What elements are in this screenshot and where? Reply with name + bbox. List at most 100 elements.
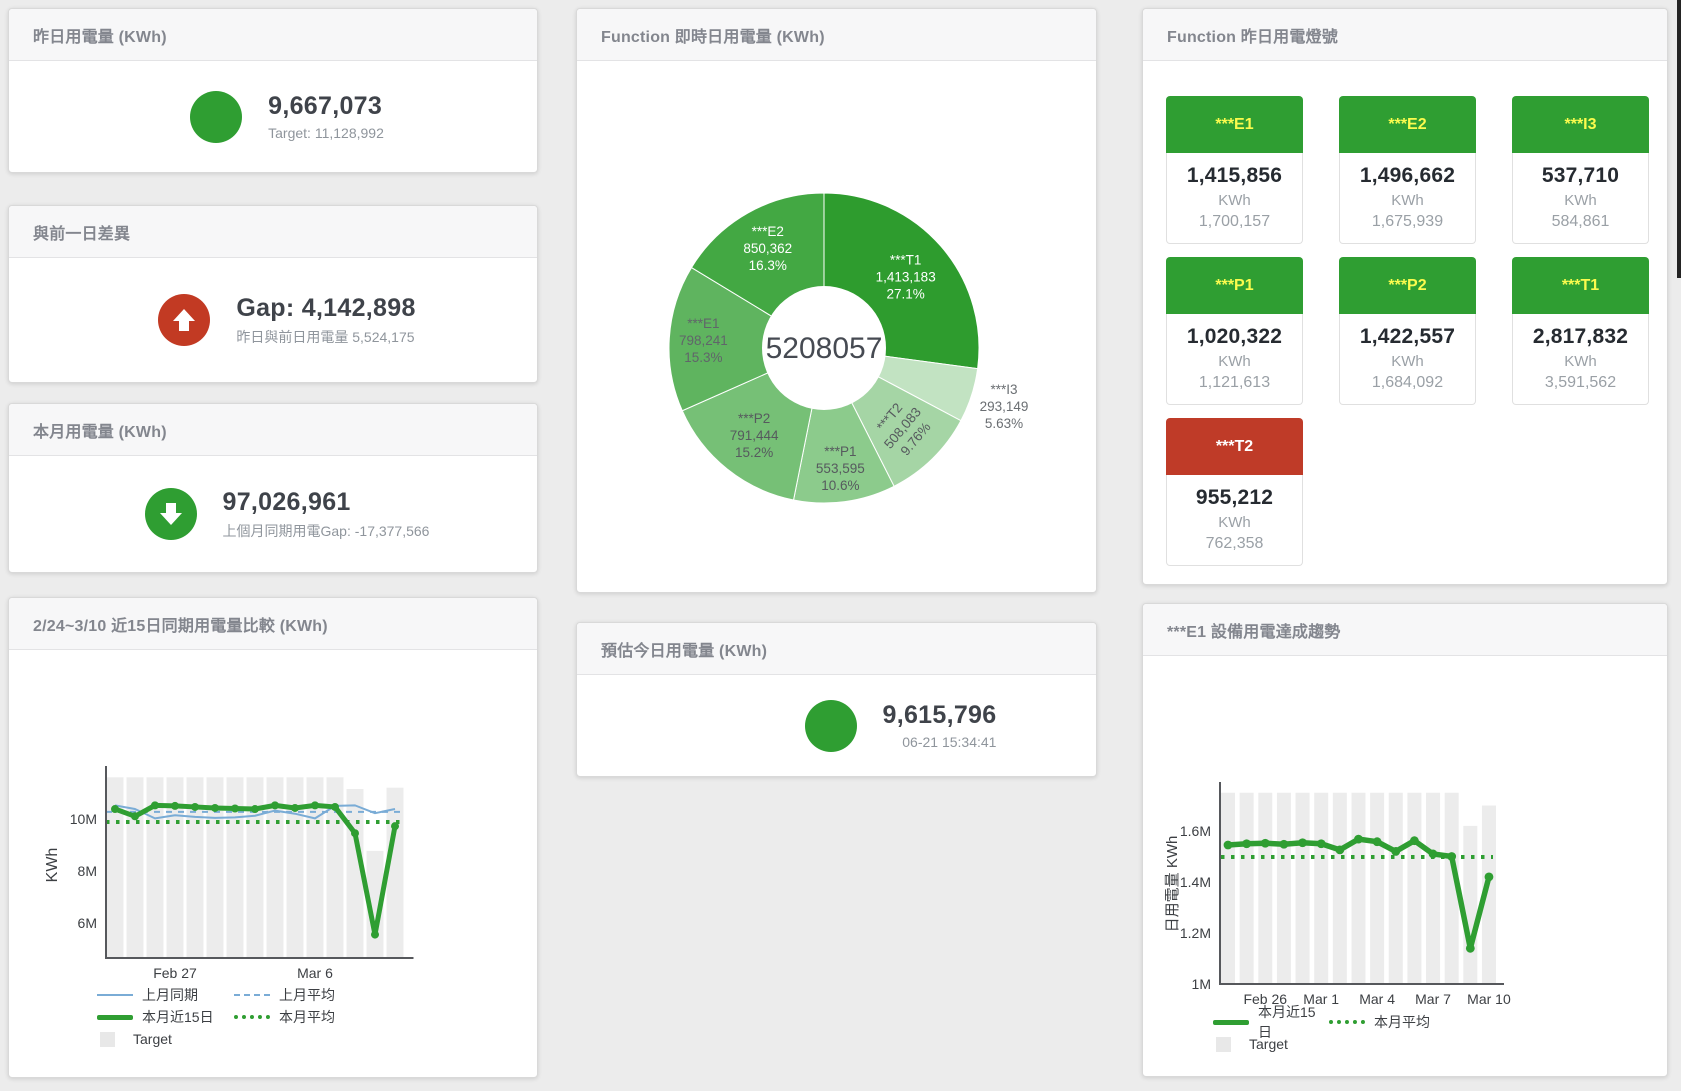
card-yesterday-lights: Function 昨日用電燈號 ***E1 1,415,856KWh1,700,… — [1142, 8, 1668, 585]
svg-text:791,444: 791,444 — [730, 428, 779, 443]
card-yesterday-usage: 昨日用電量 (KWh) 9,667,073 Target: 11,128,992 — [8, 8, 538, 173]
panel-title-gap[interactable]: 與前一日差異 — [9, 206, 537, 258]
tile-value: 2,817,832 — [1513, 325, 1648, 349]
tile-header: ***T2 — [1166, 418, 1303, 475]
tile-value: 955,212 — [1167, 486, 1302, 510]
card-gap-previous-day: 與前一日差異 Gap: 4,142,898 昨日與前日用電量 5,524,175 — [8, 205, 538, 383]
card-forecast-today: 預估今日用電量 (KWh) 9,615,796 06-21 15:34:41 — [576, 622, 1097, 777]
tile-target: 1,684,092 — [1340, 374, 1475, 392]
legend-item-this-month[interactable]: 本月近15日 — [97, 1007, 234, 1027]
green-line-swatch-icon — [1213, 1020, 1249, 1025]
svg-text:Feb 27: Feb 27 — [153, 965, 197, 981]
yesterday-value: 9,667,073 — [268, 92, 384, 121]
svg-text:Mar 4: Mar 4 — [1359, 991, 1395, 1007]
legend-item-last-month-avg[interactable]: 上月平均 — [234, 985, 371, 1005]
tile-target: 762,358 — [1167, 535, 1302, 553]
svg-text:Mar 7: Mar 7 — [1415, 991, 1451, 1007]
svg-text:6M: 6M — [78, 915, 97, 931]
svg-text:1M: 1M — [1192, 976, 1211, 992]
tile-unit: KWh — [1340, 192, 1475, 209]
svg-text:***E2: ***E2 — [752, 224, 784, 239]
svg-text:10M: 10M — [70, 811, 97, 827]
tile-unit: KWh — [1513, 353, 1648, 370]
svg-text:Mar 10: Mar 10 — [1467, 991, 1511, 1007]
legend-item-target[interactable]: Target — [97, 1031, 234, 1047]
tile-target: 584,861 — [1513, 213, 1648, 231]
svg-text:293,149: 293,149 — [980, 399, 1029, 414]
tile-value: 1,422,557 — [1340, 325, 1475, 349]
tile-header: ***T1 — [1512, 257, 1649, 314]
green-line-swatch-icon — [97, 1015, 133, 1020]
gap-subtext: 昨日與前日用電量 5,524,175 — [236, 327, 415, 347]
svg-text:1,413,183: 1,413,183 — [876, 270, 936, 285]
forecast-timestamp: 06-21 15:34:41 — [883, 734, 997, 750]
gap-value: Gap: 4,142,898 — [236, 294, 415, 323]
svg-text:***P2: ***P2 — [738, 411, 770, 426]
light-tile-p2: ***P2 1,422,557 KWh 1,684,092 — [1339, 257, 1476, 405]
svg-text:日用電量 KWh: 日用電量 KWh — [1164, 836, 1181, 933]
svg-text:***P1: ***P1 — [824, 444, 856, 459]
tile-header: ***E2 — [1339, 96, 1476, 153]
target-bar-swatch-icon — [100, 1032, 115, 1047]
svg-text:1.4M: 1.4M — [1180, 874, 1211, 890]
svg-text:27.1%: 27.1% — [887, 287, 925, 302]
tile-target: 1,675,939 — [1340, 213, 1475, 231]
svg-text:850,362: 850,362 — [743, 241, 792, 256]
card-month-usage: 本月用電量 (KWh) 97,026,961 上個月同期用電Gap: -17,3… — [8, 403, 538, 573]
tile-header: ***E1 — [1166, 96, 1303, 153]
panel-title-month[interactable]: 本月用電量 (KWh) — [9, 404, 537, 456]
blue-dashed-swatch-icon — [234, 994, 270, 996]
panel-title-forecast[interactable]: 預估今日用電量 (KWh) — [577, 623, 1096, 675]
target-bar-swatch-icon — [1216, 1037, 1231, 1052]
tile-unit: KWh — [1167, 514, 1302, 531]
realtime-donut-chart: ***T11,413,18327.1%***I3293,1495.63%***T… — [577, 61, 1098, 594]
tile-header: ***P1 — [1166, 257, 1303, 314]
month-value: 97,026,961 — [223, 488, 430, 517]
svg-text:553,595: 553,595 — [816, 461, 865, 476]
tile-value: 1,496,662 — [1340, 164, 1475, 188]
panel-title-realtime[interactable]: Function 即時日用電量 (KWh) — [577, 9, 1096, 61]
month-stat: 97,026,961 上個月同期用電Gap: -17,377,566 — [23, 456, 551, 572]
tile-header: ***P2 — [1339, 257, 1476, 314]
svg-text:5.63%: 5.63% — [985, 416, 1023, 431]
svg-text:***I3: ***I3 — [991, 382, 1018, 397]
panel-title-yesterday[interactable]: 昨日用電量 (KWh) — [9, 9, 537, 61]
legend-item-this-month-avg[interactable]: 本月平均 — [1329, 1012, 1445, 1032]
svg-text:16.3%: 16.3% — [749, 258, 787, 273]
legend-item-this-month-avg[interactable]: 本月平均 — [234, 1007, 371, 1027]
tile-target: 3,591,562 — [1513, 374, 1648, 392]
svg-text:798,241: 798,241 — [679, 333, 728, 348]
tile-unit: KWh — [1167, 353, 1302, 370]
legend-item-target[interactable]: Target — [1213, 1036, 1329, 1052]
comparison-legend: 上月同期 上月平均 本月近15日 本月平均 Target — [97, 984, 371, 1050]
gap-stat: Gap: 4,142,898 昨日與前日用電量 5,524,175 — [23, 258, 551, 382]
light-tile-t2: ***T2 955,212 KWh 762,358 — [1166, 418, 1303, 566]
legend-item-last-month[interactable]: 上月同期 — [97, 985, 234, 1005]
tile-value: 1,415,856 — [1167, 164, 1302, 188]
blue-line-swatch-icon — [97, 994, 133, 996]
svg-text:KWh: KWh — [44, 848, 61, 883]
forecast-value: 9,615,796 — [883, 701, 997, 730]
yesterday-stat: 9,667,073 Target: 11,128,992 — [23, 61, 551, 172]
green-status-circle-icon — [805, 700, 857, 752]
card-realtime-donut: Function 即時日用電量 (KWh) ***T1 1,413,183 27.1… — [576, 8, 1097, 593]
page-scrollbar-thumb[interactable] — [1677, 0, 1681, 278]
light-tile-t1: ***T1 2,817,832 KWh 3,591,562 — [1512, 257, 1649, 405]
svg-text:15.2%: 15.2% — [735, 445, 773, 460]
svg-text:Mar 6: Mar 6 — [297, 965, 333, 981]
forecast-stat: 9,615,796 06-21 15:34:41 — [641, 675, 1160, 776]
e1-trend-legend: 本月近15日 本月平均 Target — [1213, 1011, 1445, 1055]
tile-unit: KWh — [1167, 192, 1302, 209]
svg-text:5208057: 5208057 — [766, 332, 883, 365]
light-tile-e1: ***E1 1,415,856KWh1,700,157 — [1166, 96, 1303, 244]
light-tile-i3: ***I3 537,710KWh584,861 — [1512, 96, 1649, 244]
svg-text:***E1: ***E1 — [687, 316, 719, 331]
green-dotted-swatch-icon — [1329, 1020, 1365, 1024]
card-15day-comparison-chart: 2/24~3/10 近15日同期用電量比較 (KWh) 6M8M10MFeb 2… — [8, 597, 538, 1078]
svg-text:***T1: ***T1 — [890, 253, 922, 268]
panel-title-lights[interactable]: Function 昨日用電燈號 — [1143, 9, 1667, 61]
tile-header: ***I3 — [1512, 96, 1649, 153]
svg-text:1.6M: 1.6M — [1180, 823, 1211, 839]
svg-text:15.3%: 15.3% — [684, 350, 722, 365]
tile-unit: KWh — [1340, 353, 1475, 370]
